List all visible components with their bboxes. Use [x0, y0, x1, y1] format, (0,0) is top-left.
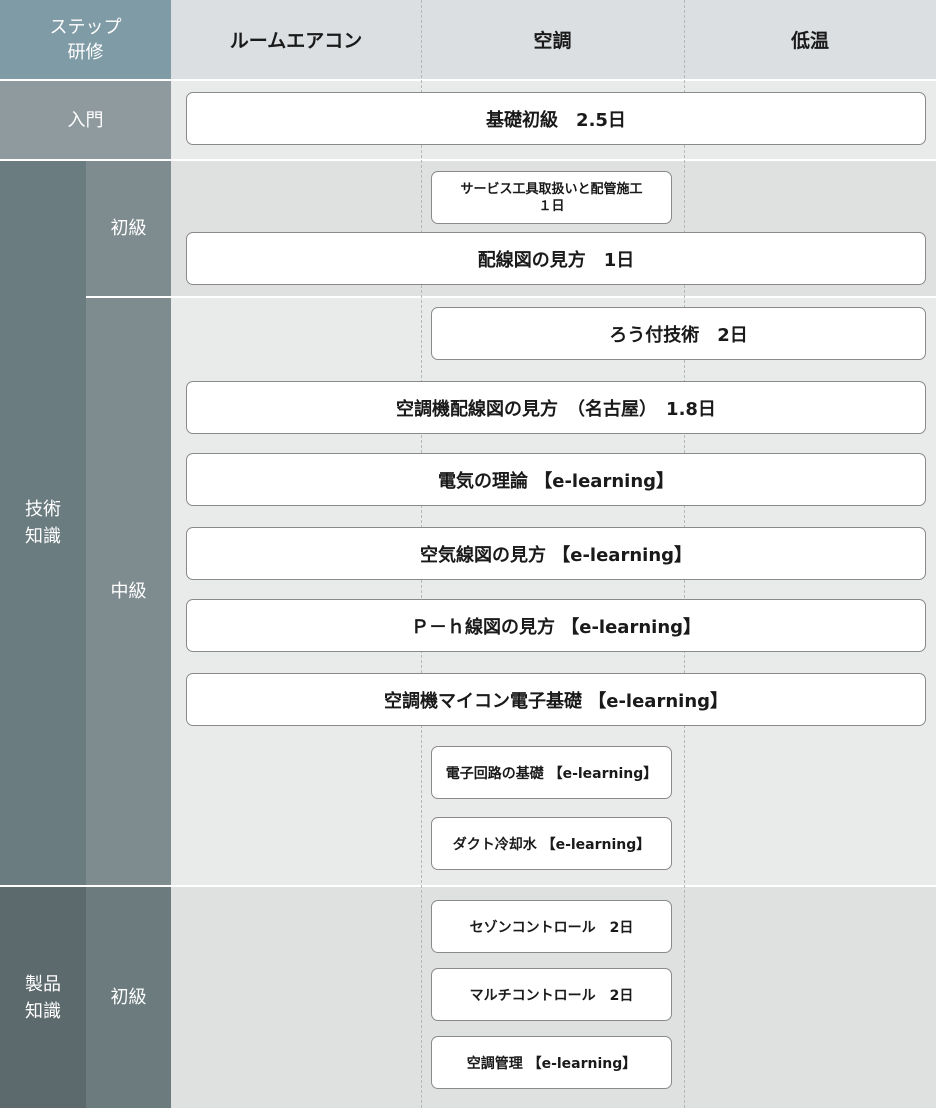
sublabel-tech-beginner: 初級 — [86, 161, 171, 296]
course-psychrometric-chart[interactable]: 空気線図の見方 【e-learning】 — [186, 527, 926, 580]
course-ph-diagram[interactable]: Ｐ－ｈ線図の見方 【e-learning】 — [186, 599, 926, 652]
sublabel-tech-intermediate: 中級 — [86, 298, 171, 885]
course-electronic-circuits[interactable]: 電子回路の基礎 【e-learning】 — [431, 746, 672, 799]
column-header-aircon: 空調 — [533, 30, 572, 52]
course-duct-cooling-water[interactable]: ダクト冷却水 【e-learning】 — [431, 817, 672, 870]
column-header-room-aircon: ルームエアコン — [229, 30, 363, 52]
course-aircon-management[interactable]: 空調管理 【e-learning】 — [431, 1036, 672, 1089]
course-service-tools-piping[interactable]: サービス工具取扱いと配管施工 １日 — [431, 171, 672, 224]
row-label-intro: 入門 — [0, 81, 171, 159]
course-multi-control[interactable]: マルチコントロール 2日 — [431, 968, 672, 1021]
header-corner-label: ステップ 研修 — [0, 0, 171, 79]
column-header-low-temp: 低温 — [790, 30, 829, 52]
course-electrical-theory[interactable]: 電気の理論 【e-learning】 — [186, 453, 926, 506]
course-wiring-diagram[interactable]: 配線図の見方 1日 — [186, 232, 926, 285]
course-basic-beginner[interactable]: 基礎初級 2.5日 — [186, 92, 926, 145]
course-brazing[interactable]: ろう付技術 2日 — [431, 307, 926, 360]
row-label-product-knowledge: 製品 知識 — [0, 887, 86, 1108]
course-aircon-wiring-nagoya[interactable]: 空調機配線図の見方 （名古屋） 1.8日 — [186, 381, 926, 434]
course-saison-control[interactable]: セゾンコントロール 2日 — [431, 900, 672, 953]
row-label-technical-knowledge: 技術 知識 — [0, 161, 86, 885]
sublabel-product-beginner: 初級 — [86, 887, 171, 1108]
course-aircon-microcomputer[interactable]: 空調機マイコン電子基礎 【e-learning】 — [186, 673, 926, 726]
